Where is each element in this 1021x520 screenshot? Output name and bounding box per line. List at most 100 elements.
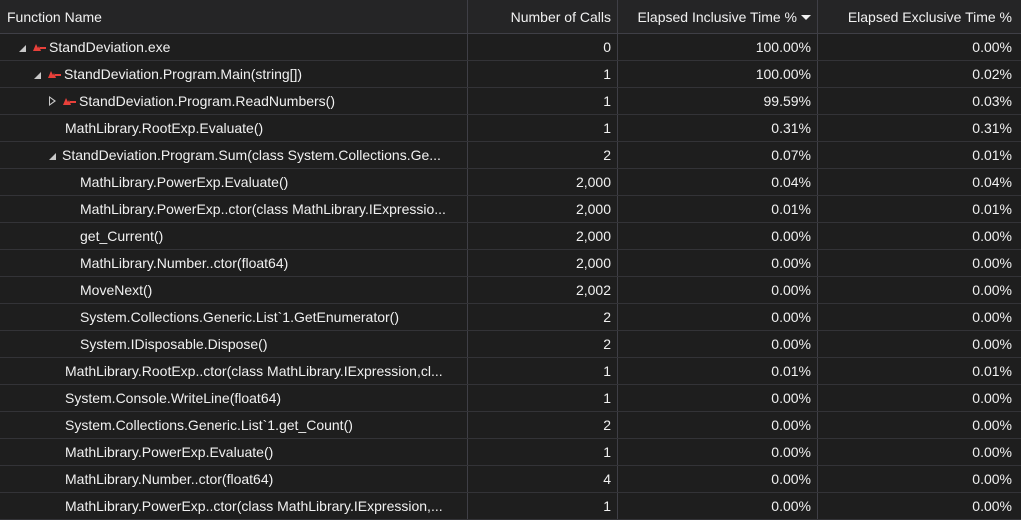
- elapsed-exclusive-cell: 0.00%: [972, 228, 1012, 244]
- function-name: MathLibrary.PowerExp..ctor(class MathLib…: [65, 498, 443, 514]
- function-name-cell[interactable]: StandDeviation.Program.ReadNumbers(): [0, 88, 468, 114]
- table-row[interactable]: StandDeviation.Program.ReadNumbers() 1 99.…: [0, 88, 1021, 115]
- function-name: MathLibrary.Number..ctor(float64): [65, 471, 274, 487]
- elapsed-exclusive-cell: 0.01%: [972, 363, 1012, 379]
- table-row[interactable]: StandDeviation.Program.Sum(class System.…: [0, 142, 1021, 169]
- function-name: StandDeviation.Program.ReadNumbers(): [79, 93, 335, 109]
- function-name-cell[interactable]: MathLibrary.PowerExp..ctor(class MathLib…: [0, 493, 468, 519]
- table-row[interactable]: MathLibrary.Number..ctor(float64) 2,000 0.…: [0, 250, 1021, 277]
- number-of-calls-cell: 1: [468, 439, 618, 465]
- function-name-cell[interactable]: StandDeviation.Program.Sum(class System.…: [0, 142, 468, 168]
- elapsed-inclusive-cell: 100.00%: [618, 34, 818, 60]
- function-name-cell[interactable]: System.Console.WriteLine(float64): [0, 385, 468, 411]
- function-name: System.Collections.Generic.List`1.get_Co…: [65, 417, 353, 433]
- table-row[interactable]: MathLibrary.PowerExp..ctor(class MathLib…: [0, 196, 1021, 223]
- number-of-calls-cell: 1: [468, 115, 618, 141]
- hot-path-flame-icon: [48, 71, 61, 78]
- function-name-cell[interactable]: StandDeviation.exe: [0, 34, 468, 60]
- column-header-label: Function Name: [7, 8, 102, 25]
- function-name: StandDeviation.Program.Sum(class System.…: [62, 147, 441, 163]
- function-name: MoveNext(): [80, 282, 153, 298]
- grid-body: StandDeviation.exe 0 100.00% 0.00% StandDevi…: [0, 34, 1021, 520]
- expand-triangle-icon[interactable]: [45, 94, 59, 108]
- function-name-cell[interactable]: get_Current(): [0, 223, 468, 249]
- table-row[interactable]: MathLibrary.Number..ctor(float64) 4 0.00% 0…: [0, 466, 1021, 493]
- elapsed-exclusive-cell: 0.00%: [972, 444, 1012, 460]
- elapsed-inclusive-cell: 0.00%: [618, 250, 818, 276]
- hot-path-flame-icon: [33, 44, 46, 51]
- function-name: System.Collections.Generic.List`1.GetEnu…: [80, 309, 399, 325]
- number-of-calls-cell: 2: [468, 331, 618, 357]
- function-name-cell[interactable]: MoveNext(): [0, 277, 468, 303]
- table-row[interactable]: MathLibrary.PowerExp..ctor(class MathLib…: [0, 493, 1021, 520]
- table-row[interactable]: StandDeviation.exe 0 100.00% 0.00%: [0, 34, 1021, 61]
- elapsed-inclusive-cell: 0.00%: [618, 304, 818, 330]
- elapsed-inclusive-cell: 0.00%: [618, 223, 818, 249]
- number-of-calls-cell: 2,000: [468, 169, 618, 195]
- column-header-elapsed-exclusive[interactable]: Elapsed Exclusive Time %: [818, 0, 1018, 33]
- function-name: System.Console.WriteLine(float64): [65, 390, 282, 406]
- column-header-label: Elapsed Inclusive Time %: [637, 8, 797, 25]
- number-of-calls-cell: 1: [468, 61, 618, 87]
- function-name-cell[interactable]: MathLibrary.PowerExp.Evaluate(): [0, 169, 468, 195]
- number-of-calls-cell: 1: [468, 358, 618, 384]
- elapsed-exclusive-cell: 0.04%: [972, 174, 1012, 190]
- function-name-cell[interactable]: MathLibrary.PowerExp..ctor(class MathLib…: [0, 196, 468, 222]
- function-name-cell[interactable]: MathLibrary.Number..ctor(float64): [0, 250, 468, 276]
- number-of-calls-cell: 2: [468, 412, 618, 438]
- elapsed-exclusive-cell: 0.00%: [972, 336, 1012, 352]
- elapsed-inclusive-cell: 0.00%: [618, 439, 818, 465]
- elapsed-inclusive-cell: 0.00%: [618, 385, 818, 411]
- function-name: MathLibrary.PowerExp.Evaluate(): [65, 444, 274, 460]
- elapsed-exclusive-cell: 0.00%: [972, 471, 1012, 487]
- function-name: StandDeviation.exe: [49, 39, 171, 55]
- elapsed-exclusive-cell: 0.03%: [972, 93, 1012, 109]
- function-name-cell[interactable]: StandDeviation.Program.Main(string[]): [0, 61, 468, 87]
- table-row[interactable]: System.Collections.Generic.List`1.GetEnu…: [0, 304, 1021, 331]
- function-name-cell[interactable]: System.Collections.Generic.List`1.get_Co…: [0, 412, 468, 438]
- call-tree-grid: Function Name Number of Calls Elapsed In…: [0, 0, 1021, 520]
- table-row[interactable]: System.Console.WriteLine(float64) 1 0.00% 0…: [0, 385, 1021, 412]
- column-header-number-of-calls[interactable]: Number of Calls: [468, 0, 618, 33]
- elapsed-exclusive-cell: 0.00%: [972, 498, 1012, 514]
- function-name-cell[interactable]: MathLibrary.Number..ctor(float64): [0, 466, 468, 492]
- elapsed-exclusive-cell: 0.01%: [972, 147, 1012, 163]
- expand-collapse-triangle-icon[interactable]: [15, 40, 29, 54]
- column-header-label: Number of Calls: [510, 8, 611, 25]
- function-name: System.IDisposable.Dispose(): [80, 336, 268, 352]
- function-name-cell[interactable]: System.IDisposable.Dispose(): [0, 331, 468, 357]
- table-row[interactable]: System.IDisposable.Dispose() 2 0.00% 0.00%: [0, 331, 1021, 358]
- elapsed-inclusive-cell: 100.00%: [618, 61, 818, 87]
- expand-collapse-triangle-icon[interactable]: [45, 148, 59, 162]
- column-header-function-name[interactable]: Function Name: [0, 0, 468, 33]
- elapsed-inclusive-cell: 0.01%: [618, 358, 818, 384]
- elapsed-exclusive-cell: 0.00%: [972, 255, 1012, 271]
- function-name-cell[interactable]: MathLibrary.PowerExp.Evaluate(): [0, 439, 468, 465]
- function-name-cell[interactable]: MathLibrary.RootExp..ctor(class MathLibr…: [0, 358, 468, 384]
- table-row[interactable]: MoveNext() 2,002 0.00% 0.00%: [0, 277, 1021, 304]
- table-row[interactable]: StandDeviation.Program.Main(string[]) 1 10…: [0, 61, 1021, 88]
- expand-collapse-triangle-icon[interactable]: [30, 67, 44, 81]
- number-of-calls-cell: 1: [468, 385, 618, 411]
- table-row[interactable]: get_Current() 2,000 0.00% 0.00%: [0, 223, 1021, 250]
- elapsed-exclusive-cell: 0.02%: [972, 66, 1012, 82]
- function-name: MathLibrary.PowerExp.Evaluate(): [80, 174, 289, 190]
- elapsed-exclusive-cell: 0.00%: [972, 390, 1012, 406]
- elapsed-exclusive-cell: 0.00%: [972, 282, 1012, 298]
- function-name: MathLibrary.RootExp..ctor(class MathLibr…: [65, 363, 443, 379]
- table-row[interactable]: MathLibrary.PowerExp.Evaluate() 2,000 0.04…: [0, 169, 1021, 196]
- elapsed-inclusive-cell: 0.00%: [618, 466, 818, 492]
- table-row[interactable]: MathLibrary.PowerExp.Evaluate() 1 0.00% 0.0…: [0, 439, 1021, 466]
- hot-path-flame-icon: [63, 98, 76, 105]
- function-name-cell[interactable]: MathLibrary.RootExp.Evaluate(): [0, 115, 468, 141]
- elapsed-exclusive-cell: 0.31%: [972, 120, 1012, 136]
- function-name-cell[interactable]: System.Collections.Generic.List`1.GetEnu…: [0, 304, 468, 330]
- table-row[interactable]: MathLibrary.RootExp..ctor(class MathLibr…: [0, 358, 1021, 385]
- number-of-calls-cell: 4: [468, 466, 618, 492]
- column-header-elapsed-inclusive[interactable]: Elapsed Inclusive Time %: [618, 0, 818, 33]
- elapsed-exclusive-cell: 0.00%: [972, 39, 1012, 55]
- table-row[interactable]: System.Collections.Generic.List`1.get_Co…: [0, 412, 1021, 439]
- number-of-calls-cell: 2,000: [468, 223, 618, 249]
- table-row[interactable]: MathLibrary.RootExp.Evaluate() 1 0.31% 0.31…: [0, 115, 1021, 142]
- elapsed-exclusive-cell: 0.00%: [972, 417, 1012, 433]
